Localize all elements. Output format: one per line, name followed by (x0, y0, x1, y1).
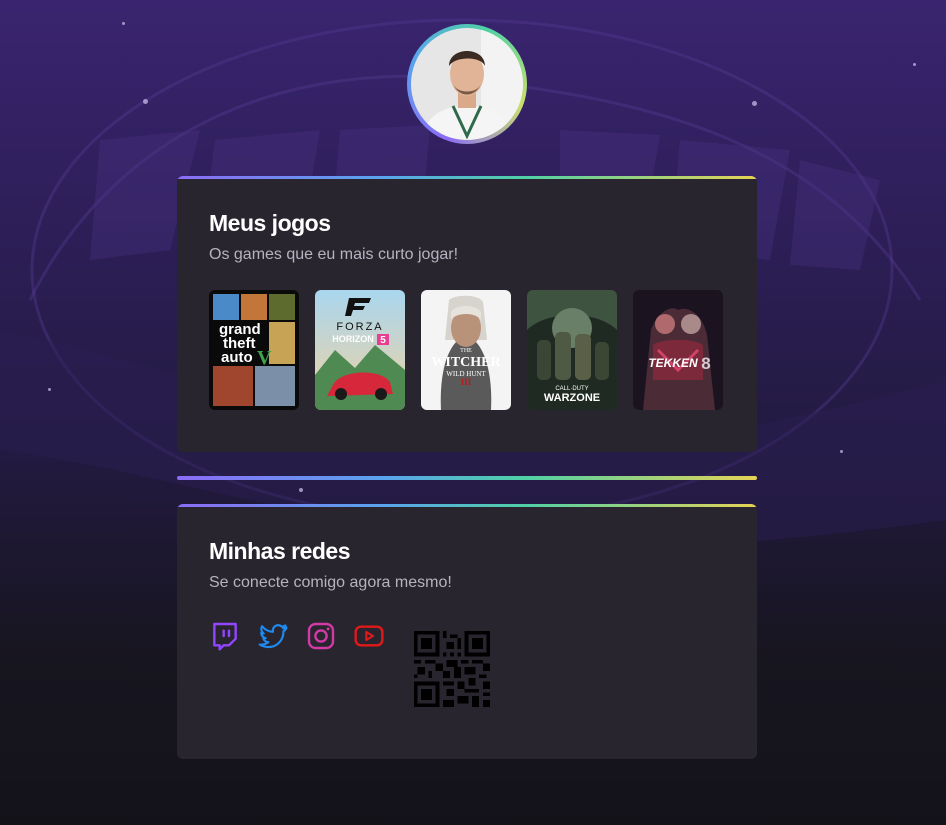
witcher-word: WITCHER (431, 355, 501, 370)
games-subtitle: Os games que eu mais curto jogar! (209, 246, 459, 263)
gta-numeral: V (257, 347, 272, 369)
socials-subtitle: Se conecte comigo agora mesmo! (209, 574, 452, 591)
qr-code (414, 631, 490, 707)
horizon-word: HORIZON (332, 334, 374, 344)
star (752, 101, 757, 106)
tekken-number: 8 (701, 354, 710, 373)
game-cover-witcher-3[interactable]: THE WITCHER WILD HUNT III (421, 290, 511, 410)
gta-word-auto: auto (221, 349, 253, 366)
star (913, 63, 916, 66)
forza-number: 5 (380, 335, 386, 346)
tekken-word: TEKKEN (648, 356, 698, 370)
instagram-icon[interactable] (305, 620, 337, 652)
warzone-word: WARZONE (544, 392, 600, 404)
witcher-word-the: THE (460, 348, 472, 354)
socials-title: Minhas redes (209, 538, 351, 564)
forza-word: FORZA (336, 321, 383, 333)
game-cover-warzone[interactable]: CALL·DUTY WARZONE (527, 290, 617, 410)
game-cover-tekken-8[interactable]: TEKKEN 8 (633, 290, 723, 410)
game-cover-forza-horizon-5[interactable]: FORZA HORIZON 5 (315, 290, 405, 410)
star (143, 99, 148, 104)
twitter-icon[interactable] (257, 620, 289, 652)
twitch-icon[interactable] (209, 620, 241, 652)
avatar-photo (411, 28, 523, 140)
youtube-icon[interactable] (353, 620, 385, 652)
star (840, 450, 843, 453)
socials-card: Minhas redes Se conecte comigo agora mes… (177, 504, 757, 759)
games-card: Meus jogos Os games que eu mais curto jo… (177, 176, 757, 452)
witcher-numeral: III (461, 377, 472, 387)
games-title: Meus jogos (209, 210, 331, 236)
star (299, 488, 303, 492)
star (48, 388, 51, 391)
avatar (407, 24, 527, 144)
section-divider (177, 476, 757, 480)
game-cover-gta-v[interactable]: grand theft auto V (209, 290, 299, 410)
star (122, 22, 125, 25)
